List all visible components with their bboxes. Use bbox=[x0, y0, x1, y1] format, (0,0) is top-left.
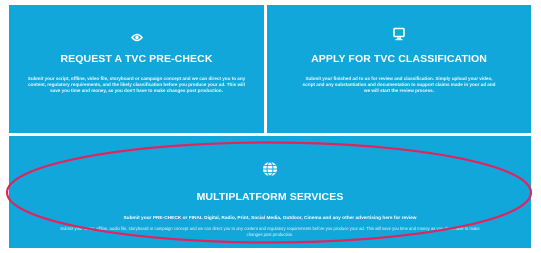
screenshot-frame: REQUEST A TVC PRE-CHECK Submit your scri… bbox=[0, 0, 541, 253]
tile-description: Submit your script, offline, video file,… bbox=[27, 76, 246, 93]
tile-description: Submit your finished ad to us for review… bbox=[302, 76, 496, 93]
tile-title: REQUEST A TVC PRE-CHECK bbox=[60, 53, 213, 65]
services-grid: REQUEST A TVC PRE-CHECK Submit your scri… bbox=[9, 5, 531, 248]
apply-tvc-classification-tile[interactable]: APPLY FOR TVC CLASSIFICATION Submit your… bbox=[267, 5, 531, 133]
tile-sub-description: Submit your script, offline, audio file,… bbox=[60, 226, 480, 237]
eye-icon bbox=[130, 29, 143, 47]
globe-icon bbox=[262, 161, 278, 182]
multiplatform-services-tile[interactable]: MULTIPLATFORM SERVICES Submit your PRE-C… bbox=[9, 136, 531, 248]
request-tvc-precheck-tile[interactable]: REQUEST A TVC PRE-CHECK Submit your scri… bbox=[9, 5, 264, 133]
monitor-icon bbox=[392, 27, 406, 46]
tile-title: MULTIPLATFORM SERVICES bbox=[196, 191, 344, 203]
tile-description: Submit your PRE-CHECK or FINAL Digital, … bbox=[123, 216, 417, 221]
tile-title: APPLY FOR TVC CLASSIFICATION bbox=[311, 53, 487, 65]
